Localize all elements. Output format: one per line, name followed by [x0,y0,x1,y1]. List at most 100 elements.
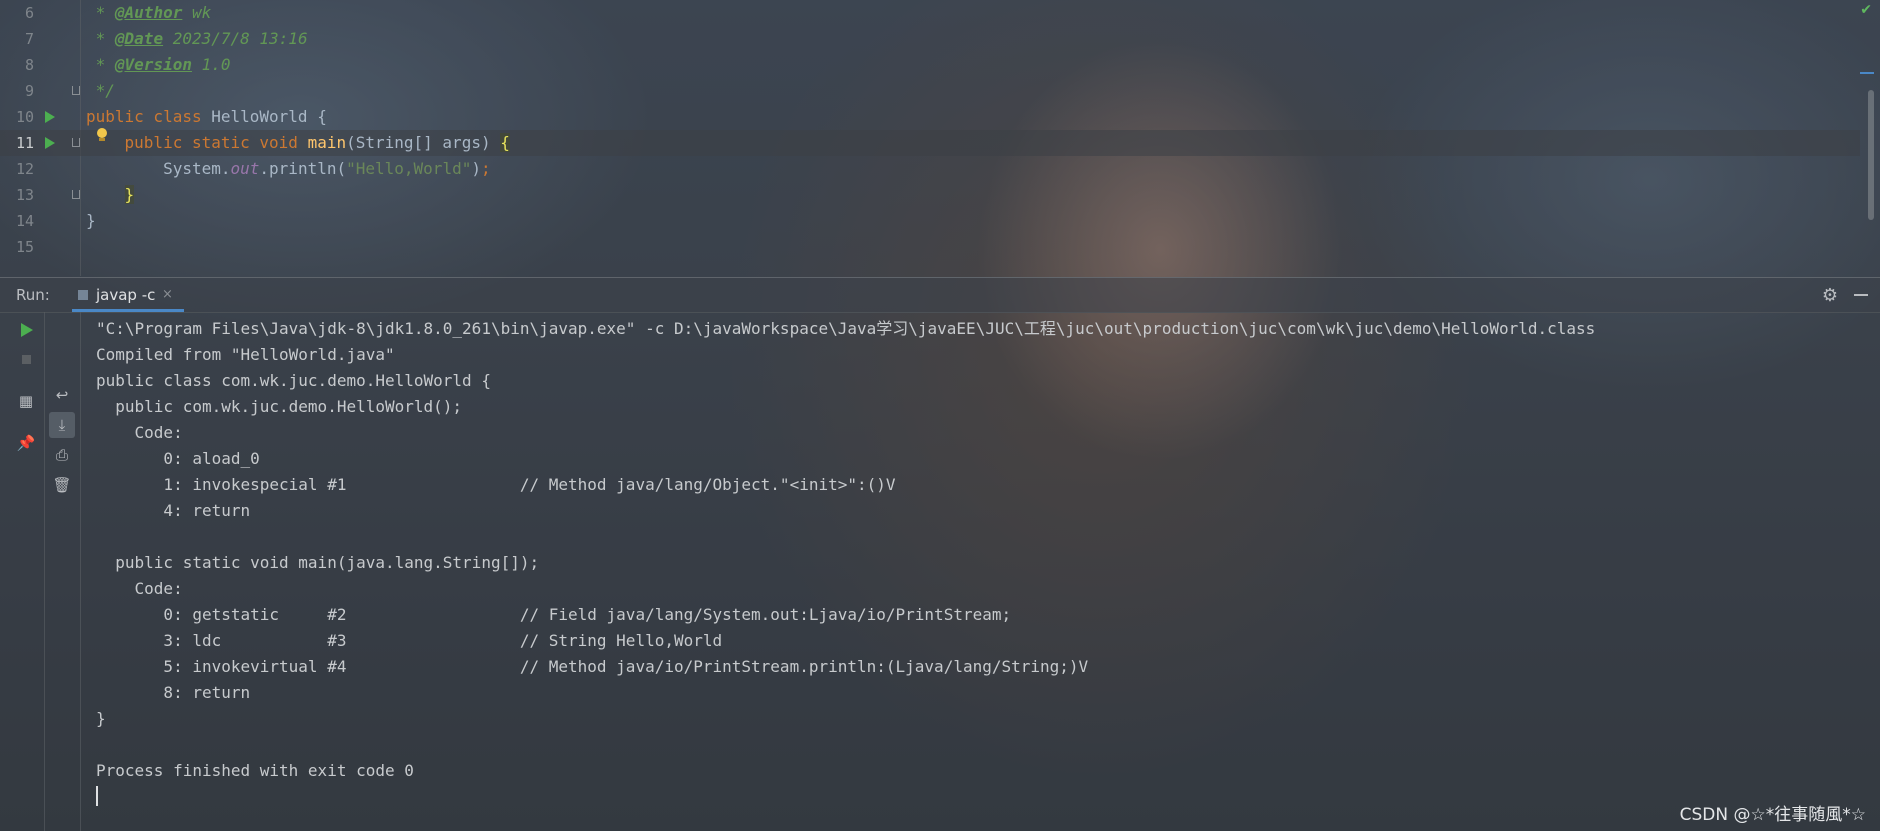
editor-scrollbar[interactable] [1868,90,1874,220]
run-toolbar-primary: ▦ 📌 [8,312,45,831]
code-text: * @Date 2023/7/8 13:16 [86,26,308,52]
console-line: } [96,709,106,728]
pin-tab-button[interactable]: 📌 [13,430,39,456]
gear-icon[interactable]: ⚙ [1822,285,1838,306]
code-token: */ [86,81,115,100]
code-line[interactable]: 13 } [0,182,1860,208]
print-button[interactable]: ⎙ [49,442,75,468]
inspection-ok-icon[interactable]: ✔ [1860,2,1872,18]
play-icon [21,323,33,337]
console-line: Compiled from "HelloWorld.java" [96,345,395,364]
code-line[interactable]: 10 public class HelloWorld { [0,104,1860,130]
stop-icon [22,355,31,364]
code-token: @Author [114,3,183,22]
code-token: System. [86,159,231,178]
fold-icon[interactable] [72,138,80,147]
run-gutter-icon[interactable] [45,111,55,123]
soft-wrap-icon: ↩ [55,386,69,404]
code-token: @Version [114,55,192,74]
code-line[interactable]: 6 * @Author wk [0,0,1860,26]
line-number: 9 [24,82,34,100]
code-token: out [230,159,260,178]
console-line: 4: return [96,501,251,520]
console-line: public com.wk.juc.demo.HelloWorld(); [96,397,463,416]
minimize-icon[interactable] [1854,294,1868,296]
code-text: public class HelloWorld { [86,104,327,130]
code-text: System.out.println("Hello,World"); [86,156,491,182]
print-icon: ⎙ [55,446,68,464]
clear-all-button[interactable]: 🗑 [49,472,75,498]
code-text: * @Author wk [86,0,212,26]
line-number: 15 [15,238,34,256]
line-number: 12 [15,160,34,178]
run-toolbar-secondary: ↩ ⤓ ⎙ 🗑 [44,312,81,831]
line-number: 11 [15,134,34,152]
code-token: 2023/7/8 13:16 [163,29,308,48]
trash-icon: 🗑 [52,476,72,494]
stop-button[interactable] [13,346,39,372]
code-token: @Date [114,29,164,48]
scroll-to-end-icon: ⤓ [58,416,66,434]
code-token: public static void [124,133,308,152]
console-output[interactable]: "C:\Program Files\Java\jdk-8\jdk1.8.0_26… [96,312,1856,831]
console-line: 8: return [96,683,251,702]
code-token: * [86,29,115,48]
lightbulb-icon[interactable] [96,128,108,142]
tab-label: javap -c [96,286,156,304]
console-line: "C:\Program Files\Java\jdk-8\jdk1.8.0_26… [96,319,1596,338]
watermark: CSDN @☆*往事随風*☆ [1679,805,1866,825]
console-line: 0: aload_0 [96,449,260,468]
console-line: Code: [96,579,183,598]
code-line[interactable]: 8 * @Version 1.0 [0,52,1860,78]
console-line: 1: invokespecial #1 // Method java/lang/… [96,475,896,494]
code-text: public static void main(String[] args) { [86,130,510,156]
soft-wrap-button[interactable]: ↩ [49,382,75,408]
code-token: wk [182,3,212,22]
console-line: public class com.wk.juc.demo.HelloWorld … [96,371,491,390]
code-text: * @Version 1.0 [86,52,231,78]
code-token: ) [471,159,481,178]
pin-icon: 📌 [16,434,36,452]
fold-icon[interactable] [72,190,80,199]
code-token: public class [86,107,212,126]
code-line[interactable]: 7 * @Date 2023/7/8 13:16 [0,26,1860,52]
code-line[interactable]: 9 */ [0,78,1860,104]
run-label: Run: [16,286,50,304]
code-token: } [124,185,135,204]
code-token: } [86,211,96,230]
console-line: 3: ldc #3 // String Hello,World [96,631,723,650]
line-number: 6 [24,4,34,22]
console-line: Code: [96,423,183,442]
close-tab-icon[interactable]: × [162,278,173,312]
code-token: HelloWorld { [211,107,327,126]
run-gutter-icon[interactable] [45,137,55,149]
console-line: 5: invokevirtual #4 // Method java/io/Pr… [96,657,1089,676]
code-line[interactable]: 12 System.out.println("Hello,World"); [0,156,1860,182]
console-caret [96,786,98,806]
fold-icon[interactable] [72,86,80,95]
line-number: 10 [15,108,34,126]
code-text: } [86,182,135,208]
console-line: Process finished with exit code 0 [96,761,414,780]
code-line[interactable]: 15 [0,234,1860,260]
layout-button[interactable]: ▦ [13,388,39,414]
console-line: 0: getstatic #2 // Field java/lang/Syste… [96,605,1012,624]
line-number: 13 [15,186,34,204]
line-number: 8 [24,56,34,74]
code-token: { [500,133,510,152]
code-token: 1.0 [191,55,231,74]
scroll-to-end-button[interactable]: ⤓ [49,412,75,438]
code-token: main [307,133,347,152]
tab-javap[interactable]: javap -c × [72,278,184,312]
layout-icon: ▦ [18,392,34,410]
code-line[interactable]: 11 public static void main(String[] args… [0,130,1860,156]
run-tool-window-header: Run: javap -c × ⚙ [0,277,1880,313]
run-config-icon [78,290,88,300]
rerun-button[interactable] [13,316,39,342]
code-token: .println( [259,159,347,178]
code-text: */ [86,78,115,104]
editor-marker-stripe[interactable] [1860,72,1874,74]
code-line[interactable]: 14} [0,208,1860,234]
code-editor[interactable]: 6 * @Author wk 7 * @Date 2023/7/8 13:16 8 … [0,0,1880,276]
